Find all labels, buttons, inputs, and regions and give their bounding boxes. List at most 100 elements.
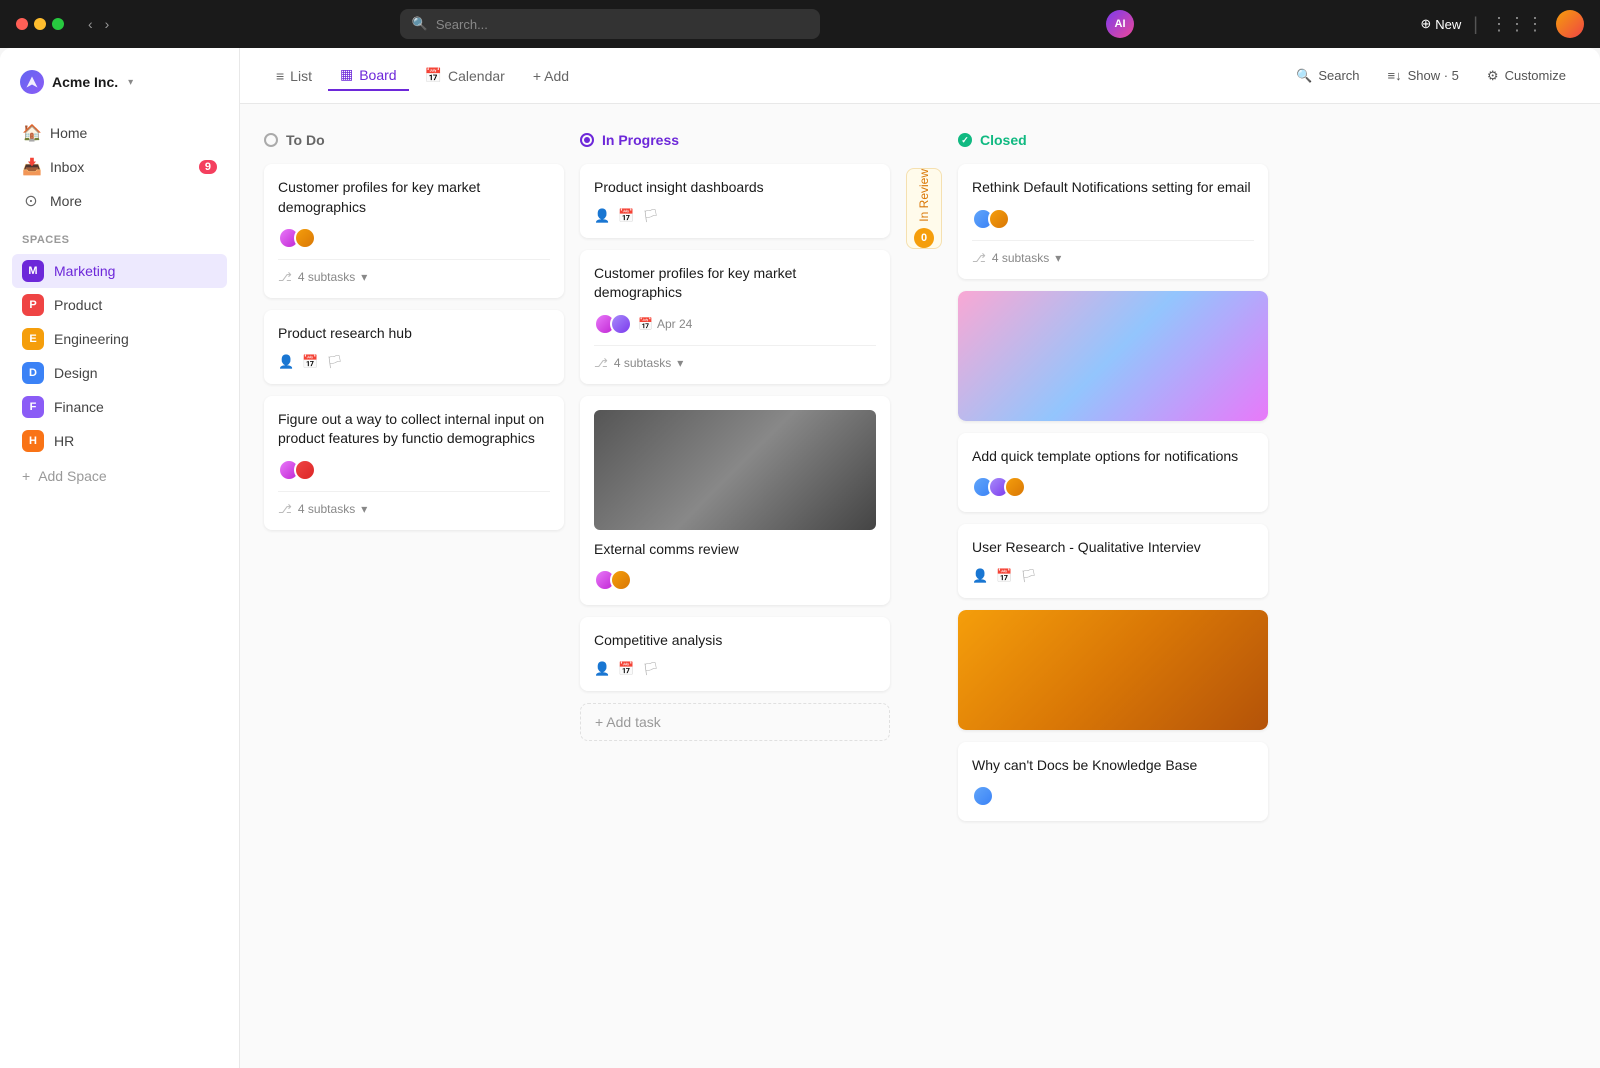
- card-cl-4[interactable]: User Research - Qualitative Interviev 👤 …: [958, 524, 1268, 598]
- traffic-light-yellow[interactable]: [34, 18, 46, 30]
- main-content: ≡ List ▦ Board 📅 Calendar + Add 🔍: [240, 48, 1600, 1068]
- assignee-icon[interactable]: 👤: [594, 208, 610, 224]
- sidebar-item-marketing[interactable]: M Marketing: [12, 254, 227, 288]
- sidebar-item-home[interactable]: 🏠 Home: [12, 116, 227, 150]
- card-title: Customer profiles for key market demogra…: [594, 264, 876, 303]
- search-placeholder: Search...: [436, 17, 488, 32]
- grid-icon[interactable]: ⋮⋮⋮: [1490, 14, 1544, 35]
- sidebar-item-more[interactable]: ⊙ More: [12, 184, 227, 218]
- tab-calendar[interactable]: 📅 Calendar: [413, 60, 517, 91]
- search-bar[interactable]: 🔍 Search...: [400, 9, 820, 39]
- card-ip-4[interactable]: Competitive analysis 👤 📅 🏳: [580, 617, 890, 691]
- card-todo-1[interactable]: Customer profiles for key market demogra…: [264, 164, 564, 298]
- subtasks-count: 4 subtasks: [992, 251, 1049, 265]
- card-todo-3[interactable]: Figure out a way to collect internal inp…: [264, 396, 564, 530]
- inbox-icon: 📥: [22, 157, 40, 177]
- card-cl-5[interactable]: [958, 610, 1268, 730]
- flag-icon[interactable]: 🏳: [642, 208, 659, 224]
- todo-status-icon: [264, 133, 278, 147]
- ai-button[interactable]: AI: [1106, 10, 1134, 38]
- flag-icon[interactable]: 🏳: [1020, 568, 1037, 584]
- avatar: [610, 569, 632, 591]
- toolbar-search-icon: 🔍: [1296, 68, 1312, 84]
- hr-dot: H: [22, 430, 44, 452]
- subtasks-row[interactable]: ⎇ 4 subtasks ▾: [594, 345, 876, 370]
- subtasks-row[interactable]: ⎇ 4 subtasks ▾: [972, 240, 1254, 265]
- card-meta: 👤 📅 🏳: [594, 661, 876, 677]
- app-container: Acme Inc. ▾ 🏠 Home 📥 Inbox 9 ⊙ More Spac…: [0, 48, 1600, 1068]
- design-dot: D: [22, 362, 44, 384]
- card-todo-2[interactable]: Product research hub 👤 📅 🏳: [264, 310, 564, 384]
- toolbar-customize[interactable]: ⚙ Customize: [1477, 62, 1576, 90]
- design-label: Design: [54, 365, 98, 381]
- tab-add[interactable]: + Add: [521, 60, 581, 91]
- date-icon[interactable]: 📅: [618, 661, 634, 677]
- in-review-strip[interactable]: In Review 0: [906, 168, 942, 249]
- subtasks-icon: ⎇: [278, 502, 292, 516]
- date-icon[interactable]: 📅: [302, 354, 318, 370]
- pink-image: [958, 291, 1268, 421]
- card-title: External comms review: [594, 540, 876, 560]
- gold-image: [958, 610, 1268, 730]
- add-task-button[interactable]: + Add task: [580, 703, 890, 741]
- home-icon: 🏠: [22, 123, 40, 143]
- toolbar-show[interactable]: ≡↓ Show · 5: [1378, 62, 1469, 89]
- engineering-label: Engineering: [54, 331, 129, 347]
- date-icon[interactable]: 📅: [996, 568, 1012, 584]
- sidebar-item-design[interactable]: D Design: [12, 356, 227, 390]
- sidebar-item-engineering[interactable]: E Engineering: [12, 322, 227, 356]
- inprogress-status-icon: [580, 133, 594, 147]
- nav-forward[interactable]: ›: [101, 14, 114, 34]
- card-ip-3[interactable]: External comms review: [580, 396, 890, 606]
- card-cl-2[interactable]: [958, 291, 1268, 421]
- card-avatars: [594, 313, 626, 335]
- date-badge: 📅 Apr 24: [638, 317, 692, 331]
- workspace-header[interactable]: Acme Inc. ▾: [12, 64, 227, 100]
- traffic-light-green[interactable]: [52, 18, 64, 30]
- sidebar-item-hr[interactable]: H HR: [12, 424, 227, 458]
- new-button[interactable]: ⊕ New: [1420, 16, 1461, 32]
- column-header-todo: To Do: [264, 128, 564, 152]
- card-title: Why can't Docs be Knowledge Base: [972, 756, 1254, 776]
- marketing-label: Marketing: [54, 263, 115, 279]
- product-label: Product: [54, 297, 102, 313]
- avatar: [1004, 476, 1026, 498]
- subtasks-count: 4 subtasks: [298, 270, 355, 284]
- more-icon: ⊙: [22, 191, 40, 211]
- tab-list[interactable]: ≡ List: [264, 60, 324, 91]
- sidebar-item-finance[interactable]: F Finance: [12, 390, 227, 424]
- toolbar-search[interactable]: 🔍 Search: [1286, 62, 1369, 90]
- date-icon: 📅: [638, 317, 653, 331]
- nav-back[interactable]: ‹: [84, 14, 97, 34]
- traffic-light-red[interactable]: [16, 18, 28, 30]
- subtasks-row[interactable]: ⎇ 4 subtasks ▾: [278, 491, 550, 516]
- card-meta: 👤 📅 🏳: [972, 568, 1254, 584]
- assignee-icon[interactable]: 👤: [278, 354, 294, 370]
- gear-icon: ⚙: [1487, 68, 1499, 84]
- add-space-button[interactable]: + Add Space: [12, 462, 227, 490]
- inbox-label: Inbox: [50, 159, 84, 175]
- card-ip-2[interactable]: Customer profiles for key market demogra…: [580, 250, 890, 384]
- workspace-chevron-icon: ▾: [128, 77, 133, 88]
- card-avatars: [278, 227, 546, 249]
- assignee-icon[interactable]: 👤: [972, 568, 988, 584]
- subtasks-icon: ⎇: [594, 356, 608, 370]
- card-ip-1[interactable]: Product insight dashboards 👤 📅 🏳: [580, 164, 890, 238]
- card-cl-3[interactable]: Add quick template options for notificat…: [958, 433, 1268, 513]
- flag-icon[interactable]: 🏳: [326, 354, 343, 370]
- date-icon[interactable]: 📅: [618, 208, 634, 224]
- home-label: Home: [50, 125, 87, 141]
- user-avatar[interactable]: [1556, 10, 1584, 38]
- tab-board[interactable]: ▦ Board: [328, 60, 409, 91]
- sidebar-item-product[interactable]: P Product: [12, 288, 227, 322]
- card-cl-6[interactable]: Why can't Docs be Knowledge Base: [958, 742, 1268, 822]
- card-cl-1[interactable]: Rethink Default Notifications setting fo…: [958, 164, 1268, 279]
- assignee-icon[interactable]: 👤: [594, 661, 610, 677]
- date-text: Apr 24: [657, 317, 692, 331]
- subtasks-row[interactable]: ⎇ 4 subtasks ▾: [278, 259, 550, 284]
- card-avatars: [594, 569, 872, 591]
- sidebar-item-inbox[interactable]: 📥 Inbox 9: [12, 150, 227, 184]
- flag-icon[interactable]: 🏳: [642, 661, 659, 677]
- finance-dot: F: [22, 396, 44, 418]
- card-title: Product insight dashboards: [594, 178, 876, 198]
